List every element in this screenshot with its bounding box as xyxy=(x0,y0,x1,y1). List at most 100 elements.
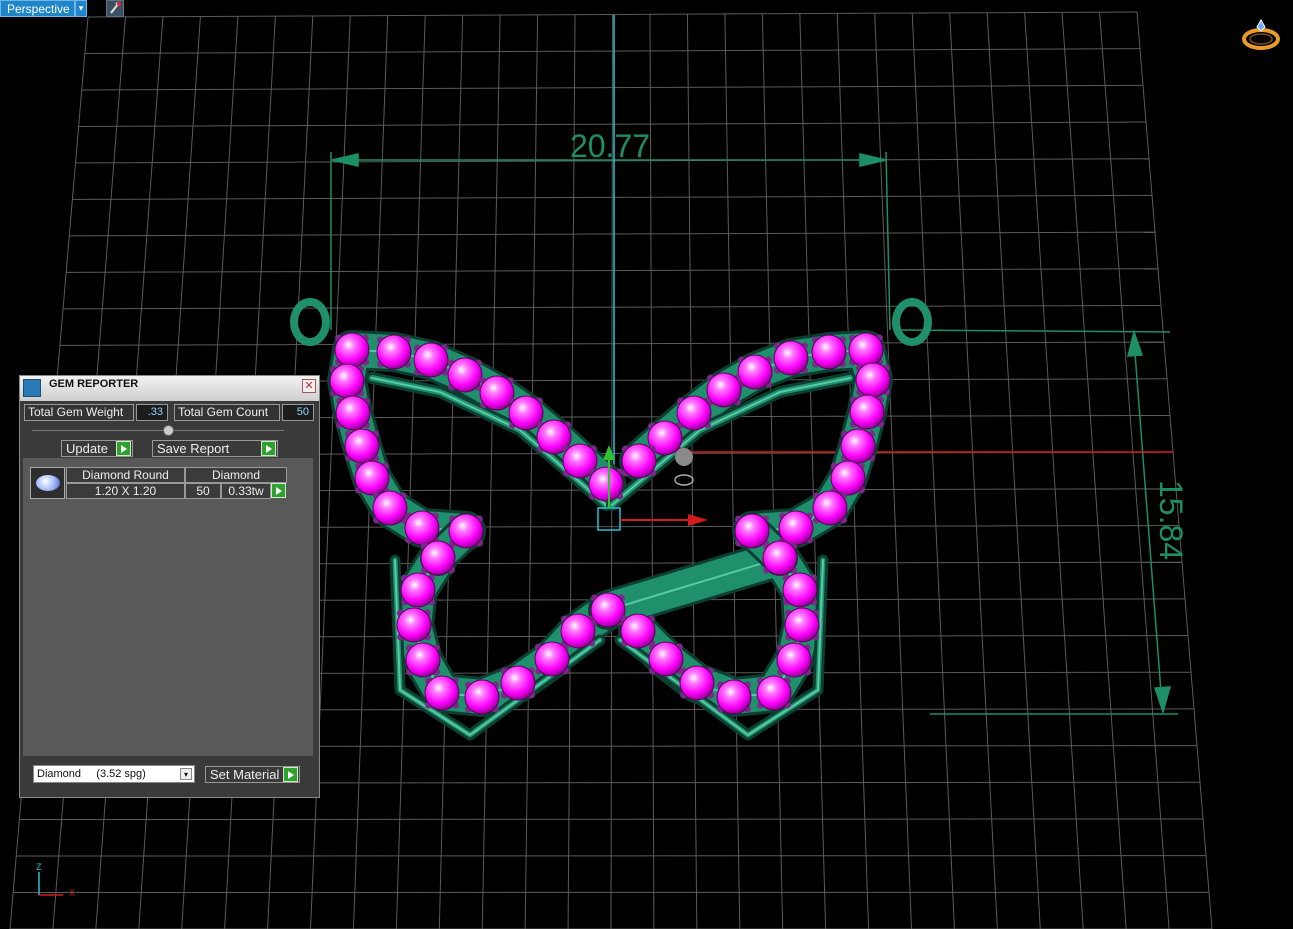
gem-stone xyxy=(335,395,371,431)
gem-stone xyxy=(812,490,848,526)
grid-line xyxy=(949,12,998,929)
gem-stone xyxy=(784,607,820,643)
gem-stone xyxy=(848,332,884,368)
gem-stone xyxy=(376,334,412,370)
material-select[interactable]: Diamond (3.52 spg) ▾ xyxy=(33,765,195,783)
update-button[interactable]: Update xyxy=(61,440,133,457)
update-button-label: Update xyxy=(66,441,108,456)
collapse-knob[interactable] xyxy=(163,425,174,436)
total-gem-weight-label: Total Gem Weight xyxy=(24,404,134,421)
gem-reporter-app-icon xyxy=(23,379,41,397)
grid-line xyxy=(481,15,501,929)
gem-stone xyxy=(756,675,792,711)
gem-reporter-title: GEM REPORTER xyxy=(49,378,139,390)
loop-right xyxy=(892,298,932,346)
gem-stone xyxy=(782,572,818,608)
gem-stone xyxy=(620,613,656,649)
gem-stone xyxy=(413,342,449,378)
gem-stone xyxy=(679,665,715,701)
gem-list xyxy=(23,458,313,756)
gem-stone xyxy=(706,372,742,408)
grid-line xyxy=(799,13,827,929)
set-material-button[interactable]: Set Material xyxy=(205,766,300,783)
gem-stone xyxy=(648,641,684,677)
grid-line xyxy=(686,14,698,929)
grid-line xyxy=(911,13,955,929)
gem-stone xyxy=(590,592,626,628)
gem-stone xyxy=(778,510,814,546)
gem-material-cell: Diamond xyxy=(185,467,287,483)
gem-stone xyxy=(849,394,885,430)
grid-line xyxy=(19,818,1204,821)
grid-line xyxy=(874,13,912,929)
gem-stone xyxy=(534,641,570,677)
viewport-tool-icon[interactable] xyxy=(106,0,124,17)
grid-line xyxy=(1099,12,1170,929)
gem-stone xyxy=(621,443,657,479)
gem-stone xyxy=(560,613,596,649)
gem-stone xyxy=(676,395,712,431)
gem-stone xyxy=(329,363,365,399)
gem-stone xyxy=(588,466,624,502)
gem-shape-cell: Diamond Round xyxy=(66,467,185,483)
diamond-round-gem-icon xyxy=(30,467,65,499)
close-button[interactable]: ✕ xyxy=(302,379,316,393)
grid-line xyxy=(395,15,426,929)
grid-line xyxy=(524,14,539,929)
gem-stone xyxy=(372,490,408,526)
gem-stone xyxy=(737,354,773,390)
gem-stone xyxy=(448,513,484,549)
grid-line xyxy=(1136,11,1213,929)
gem-weight-cell: 0.33tw xyxy=(221,483,271,499)
gem-stone xyxy=(420,540,456,576)
gem-stone xyxy=(424,675,460,711)
grid-line xyxy=(986,12,1041,929)
grid-line xyxy=(1024,12,1084,929)
gem-stone xyxy=(334,332,370,368)
gem-count-cell: 50 xyxy=(185,483,221,499)
total-gem-count-value: 50 xyxy=(282,404,314,421)
gem-stone xyxy=(354,460,390,496)
total-gem-count-label: Total Gem Count xyxy=(174,404,280,421)
axis-z-label: Z xyxy=(36,862,42,872)
ring-icon[interactable] xyxy=(1240,17,1282,53)
gem-stone xyxy=(830,460,866,496)
play-icon xyxy=(116,441,131,456)
material-select-value: Diamond (3.52 spg) xyxy=(37,768,146,780)
dimension-horizontal-value: 20.77 xyxy=(570,128,650,164)
gem-stone xyxy=(400,572,436,608)
gem-stone xyxy=(447,357,483,393)
total-gem-weight-value: .33 xyxy=(136,404,168,421)
viewport-dropdown-arrow[interactable]: ▾ xyxy=(75,0,87,17)
gem-stone xyxy=(500,665,536,701)
gem-stone xyxy=(811,334,847,370)
gem-stone xyxy=(344,428,380,464)
gem-stone xyxy=(734,513,770,549)
gem-size-cell: 1.20 X 1.20 xyxy=(66,483,185,499)
gem-stone xyxy=(762,540,798,576)
gem-stone xyxy=(479,375,515,411)
grid-line xyxy=(438,15,464,929)
set-material-button-label: Set Material xyxy=(210,767,280,782)
gem-stone xyxy=(716,679,752,715)
grid-line xyxy=(761,13,784,929)
axis-x-label: X xyxy=(69,888,76,898)
play-icon xyxy=(261,441,276,456)
gem-stone xyxy=(855,362,891,398)
dimension-vertical-value: 15.84 xyxy=(1153,480,1189,560)
divider xyxy=(32,430,284,431)
save-report-button-label: Save Report xyxy=(157,441,230,456)
gem-stone xyxy=(404,510,440,546)
grid-line xyxy=(1061,12,1127,929)
gem-stone xyxy=(840,428,876,464)
grid-line xyxy=(724,13,741,929)
gem-stone xyxy=(464,679,500,715)
gem-stone xyxy=(776,642,812,678)
play-icon xyxy=(283,767,298,782)
gem-reporter-titlebar[interactable]: GEM REPORTER ✕ xyxy=(20,376,319,401)
viewport-perspective-label[interactable]: Perspective xyxy=(0,0,75,17)
axis-indicator: Z X xyxy=(33,862,83,902)
gem-stone xyxy=(405,642,441,678)
row-play-icon[interactable] xyxy=(271,483,286,498)
save-report-button[interactable]: Save Report xyxy=(152,440,278,457)
